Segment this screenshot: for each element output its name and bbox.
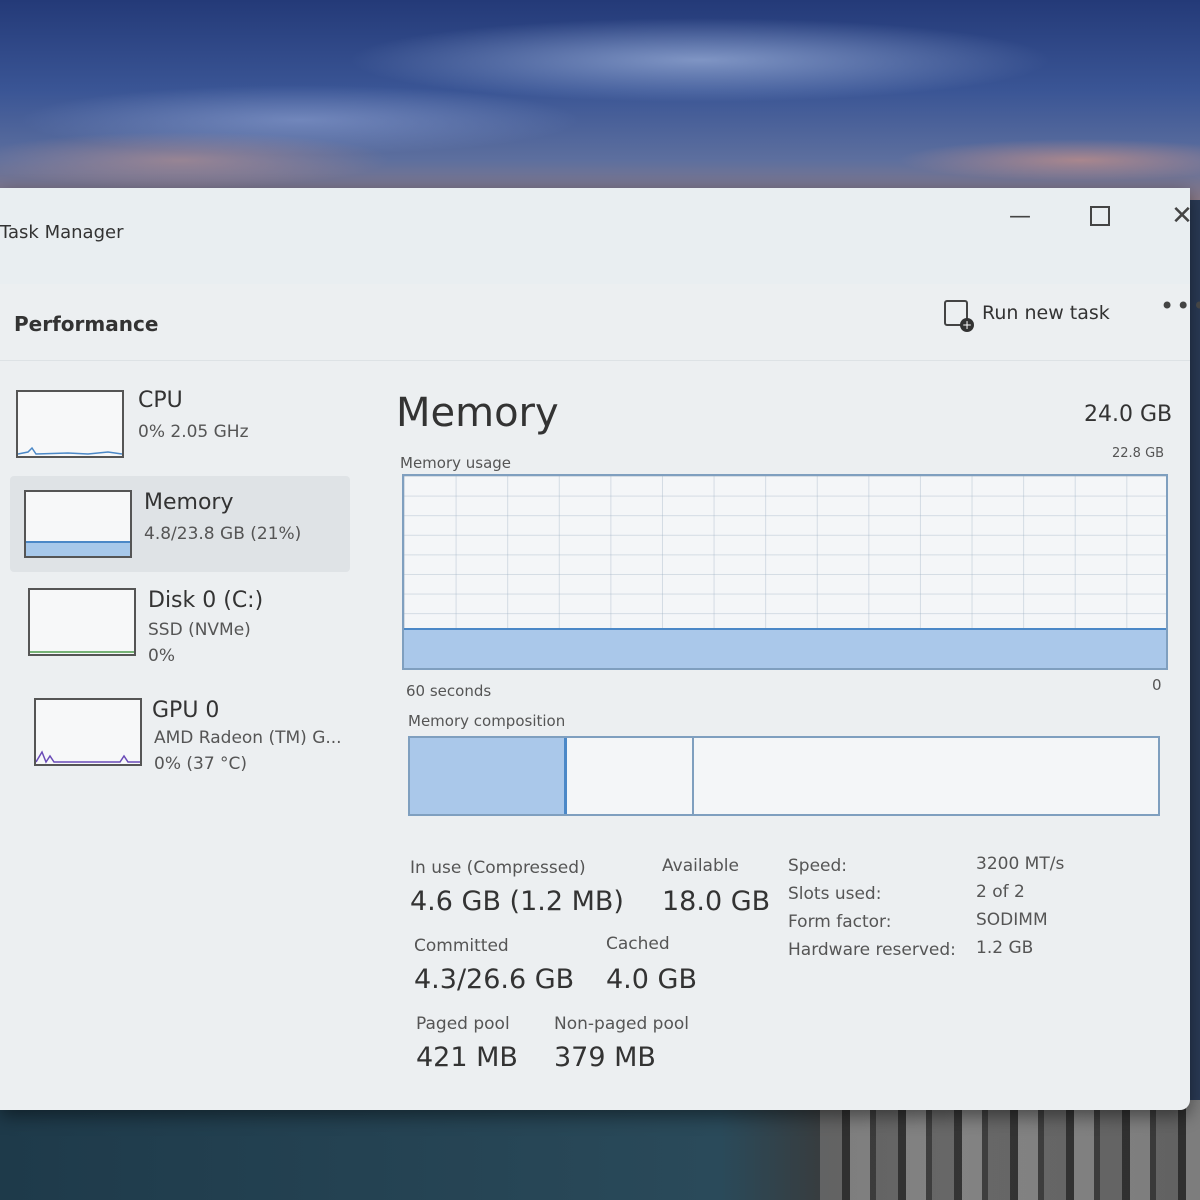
composition-modified-segment — [567, 738, 695, 814]
sidebar-item-disk[interactable]: Disk 0 (C:) SSD (NVMe) 0% — [10, 578, 350, 674]
graph-axis-right-label: 0 — [1152, 676, 1162, 694]
disk-thumbnail-graph — [28, 588, 136, 656]
speed-value: 3200 MT/s — [976, 854, 1065, 874]
sidebar-item-cpu[interactable]: CPU 0% 2.05 GHz — [10, 384, 350, 480]
minimize-icon[interactable]: — — [1000, 196, 1040, 236]
maximize-icon[interactable] — [1080, 196, 1120, 236]
sidebar-gpu-usage: 0% (37 °C) — [154, 754, 248, 774]
available-label: Available — [662, 856, 739, 876]
paged-pool-value: 421 MB — [416, 1042, 518, 1073]
committed-label: Committed — [414, 936, 509, 956]
sidebar-gpu-name: GPU 0 — [152, 698, 220, 723]
hardware-reserved-key: Hardware reserved: — [788, 940, 956, 960]
memory-usage-label: Memory usage — [400, 454, 512, 472]
memory-thumbnail-fill — [26, 540, 130, 556]
run-new-task-label: Run new task — [982, 302, 1110, 324]
slots-used-value: 2 of 2 — [976, 882, 1025, 902]
committed-value: 4.3/26.6 GB — [414, 964, 575, 995]
sidebar-cpu-usage: 0% 2.05 GHz — [138, 422, 249, 442]
memory-thumbnail-graph — [24, 490, 132, 558]
desktop-wallpaper-bottom — [0, 1100, 1200, 1200]
speed-key: Speed: — [788, 856, 848, 876]
page-title: Performance — [14, 312, 159, 336]
cpu-thumbnail-graph — [16, 390, 124, 458]
sidebar-gpu-model: AMD Radeon (TM) G... — [154, 728, 342, 748]
form-factor-value: SODIMM — [976, 910, 1048, 930]
sidebar-item-gpu[interactable]: GPU 0 AMD Radeon (TM) G... 0% (37 °C) — [10, 688, 350, 784]
more-options-icon[interactable]: ••• — [1160, 292, 1200, 320]
window-title: Task Manager — [0, 222, 124, 243]
memory-usage-max: 22.8 GB — [1112, 446, 1165, 461]
detail-title: Memory — [396, 390, 559, 436]
sidebar-memory-name: Memory — [144, 490, 234, 515]
hardware-reserved-value: 1.2 GB — [976, 938, 1034, 958]
in-use-value: 4.6 GB (1.2 MB) — [410, 886, 624, 917]
desktop-wallpaper-sky — [0, 0, 1200, 200]
gpu-thumbnail-graph — [34, 698, 142, 766]
sidebar-item-memory[interactable]: Memory 4.8/23.8 GB (21%) — [10, 476, 350, 572]
cached-value: 4.0 GB — [606, 964, 697, 995]
sidebar-cpu-name: CPU — [138, 388, 183, 413]
task-manager-window: Task Manager — ✕ Performance Run new tas… — [0, 188, 1200, 1110]
run-task-icon — [944, 300, 974, 332]
paged-pool-label: Paged pool — [416, 1014, 510, 1034]
sidebar-disk-type: SSD (NVMe) — [148, 620, 251, 640]
memory-usage-graph — [402, 474, 1168, 670]
graph-axis-left-label: 60 seconds — [406, 682, 492, 700]
slots-used-key: Slots used: — [788, 884, 882, 904]
sidebar-memory-usage: 4.8/23.8 GB (21%) — [144, 524, 302, 544]
memory-composition-label: Memory composition — [408, 712, 566, 730]
memory-composition-bar — [408, 736, 1160, 816]
in-use-label: In use (Compressed) — [410, 858, 586, 878]
title-bar[interactable]: Task Manager — ✕ — [0, 188, 1193, 284]
memory-usage-fill — [404, 627, 1166, 668]
available-value: 18.0 GB — [662, 886, 771, 917]
composition-in-use-segment — [410, 738, 568, 814]
form-factor-key: Form factor: — [788, 912, 892, 932]
nonpaged-pool-label: Non-paged pool — [554, 1014, 689, 1034]
run-new-task-button[interactable]: Run new task — [944, 300, 1110, 332]
close-icon[interactable]: ✕ — [1162, 196, 1200, 236]
nonpaged-pool-value: 379 MB — [554, 1042, 656, 1073]
detail-total-memory: 24.0 GB — [1084, 402, 1173, 427]
sidebar-disk-usage: 0% — [148, 646, 175, 666]
cached-label: Cached — [606, 934, 670, 954]
page-header: Performance Run new task ••• — [0, 284, 1200, 361]
wallpaper-planks — [820, 1100, 1200, 1200]
sidebar-disk-name: Disk 0 (C:) — [148, 588, 264, 613]
